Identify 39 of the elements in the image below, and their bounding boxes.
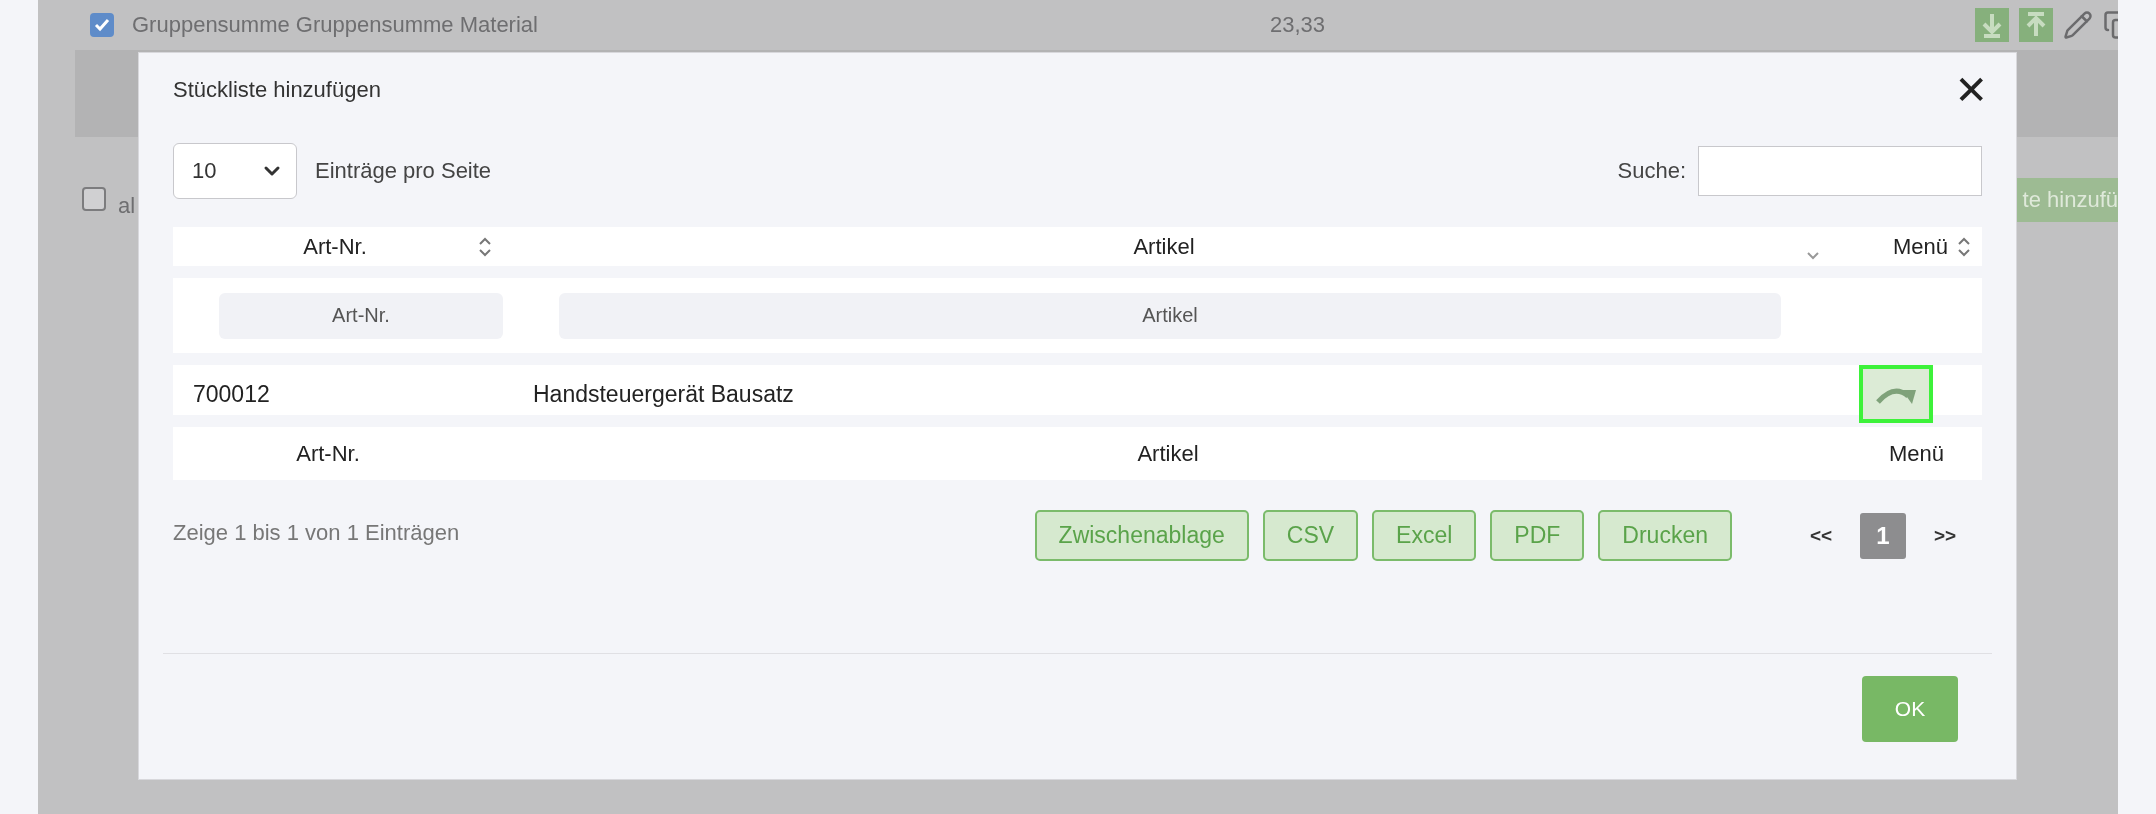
forward-button[interactable] <box>1859 365 1933 423</box>
sort-icon[interactable] <box>476 235 493 258</box>
export-button[interactable]: Zwischenablage <box>1034 510 1249 561</box>
sort-icon[interactable] <box>1956 235 1972 258</box>
search-label: Suche: <box>1617 158 1686 184</box>
dialog-title: Stückliste hinzufügen <box>173 77 381 103</box>
column-header[interactable]: Artikel <box>1133 233 1195 260</box>
page-button[interactable]: >> <box>1922 512 1968 559</box>
move-up-icon[interactable] <box>2019 8 2053 42</box>
column-footer: Artikel <box>1137 440 1199 467</box>
checkbox[interactable] <box>82 187 106 211</box>
page-button[interactable]: << <box>1798 512 1844 559</box>
table-cell-text: Handsteuergerät Bausatz <box>532 380 795 408</box>
close-button[interactable]: ✕ <box>1954 67 1988 113</box>
page-size-label: Einträge pro Seite <box>315 158 492 184</box>
page-button[interactable]: 1 <box>1860 512 1906 559</box>
column-header[interactable]: Art-Nr. <box>303 233 367 260</box>
column-footer: Menü <box>1888 440 1944 467</box>
table-cell-text: 700012 <box>192 380 271 408</box>
checkbox[interactable] <box>90 13 114 37</box>
checkmark-icon <box>94 18 110 32</box>
filter-field[interactable]: Art-Nr. <box>219 292 503 339</box>
export-button[interactable]: PDF <box>1490 510 1585 561</box>
page-size-select[interactable]: 10 <box>173 143 297 199</box>
row-label: Gruppensumme Gruppensumme Material <box>132 12 538 38</box>
edit-icon[interactable] <box>2063 10 2093 40</box>
table-info: Zeige 1 bis 1 von 1 Einträgen <box>173 519 460 546</box>
column-header[interactable]: Menü <box>1892 233 1948 260</box>
move-down-icon[interactable] <box>1975 8 2009 42</box>
export-button[interactable]: Excel <box>1372 510 1477 561</box>
filter-field[interactable]: Artikel <box>559 292 1781 339</box>
export-button[interactable]: CSV <box>1262 510 1359 561</box>
checkbox-label: al <box>118 193 136 219</box>
export-button[interactable]: Drucken <box>1598 510 1732 561</box>
amount: 23,33 <box>1269 12 1325 38</box>
ok-button[interactable]: OK <box>1862 676 1958 742</box>
column-footer: Art-Nr. <box>296 440 360 467</box>
sort-descending-icon[interactable] <box>1805 250 1821 262</box>
search-field[interactable] <box>1698 146 1982 196</box>
